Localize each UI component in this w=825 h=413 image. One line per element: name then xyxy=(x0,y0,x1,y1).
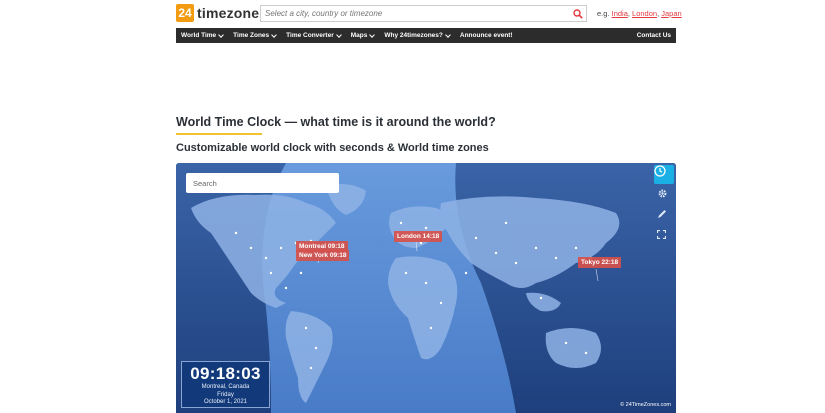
chevron-down-icon xyxy=(369,31,376,38)
city-label-tokyo[interactable]: Tokyo 22:18 xyxy=(578,257,622,268)
nav-world-time[interactable]: World Time xyxy=(176,28,228,43)
page-title: World Time Clock — what time is it aroun… xyxy=(176,115,496,129)
nav-time-converter[interactable]: Time Converter xyxy=(281,28,346,43)
site-search-input[interactable] xyxy=(261,6,570,21)
local-weekday: Friday xyxy=(217,391,234,398)
site-logo[interactable]: 24 timezones xyxy=(176,4,267,22)
local-time: 09:18:03 xyxy=(190,364,261,383)
fullscreen-icon xyxy=(657,230,666,239)
edit-button[interactable] xyxy=(657,209,671,223)
section-subtitle: Customizable world clock with seconds & … xyxy=(176,142,489,154)
clock-button[interactable] xyxy=(654,165,674,184)
example-link-london[interactable]: London xyxy=(632,9,657,18)
title-underline xyxy=(176,133,262,135)
search-button[interactable] xyxy=(570,6,586,21)
chevron-down-icon xyxy=(445,31,451,38)
nav-contact-us[interactable]: Contact Us xyxy=(632,28,676,43)
nav-announce-event[interactable]: Announce event! xyxy=(455,28,518,43)
example-link-india[interactable]: India xyxy=(612,9,628,18)
chevron-down-icon xyxy=(218,31,224,38)
chevron-down-icon xyxy=(335,31,342,38)
world-clock-map[interactable]: Montreal 09:18 New York 09:18 London 14:… xyxy=(176,163,676,413)
city-label-london[interactable]: London 14:18 xyxy=(394,231,443,242)
local-location: Montreal, Canada xyxy=(201,384,250,390)
main-nav: World Time Time Zones Time Converter Map… xyxy=(176,28,676,43)
nav-maps[interactable]: Maps xyxy=(346,28,380,43)
page: 24 timezones e.g. India, London, Japan W… xyxy=(0,0,825,413)
search-icon xyxy=(573,8,583,19)
examples-prefix: e.g. xyxy=(597,9,610,18)
site-search xyxy=(260,5,587,22)
settings-button[interactable] xyxy=(657,188,671,202)
logo-text: timezones xyxy=(197,5,268,21)
chevron-down-icon xyxy=(271,31,278,38)
gear-icon xyxy=(658,189,667,198)
clock-icon xyxy=(654,165,666,177)
local-clock-panel: 09:18:03 Montreal, Canada Friday October… xyxy=(181,361,270,408)
city-label-new-york[interactable]: New York 09:18 xyxy=(296,250,350,261)
pencil-icon xyxy=(658,210,666,218)
logo-mark: 24 xyxy=(176,4,194,22)
map-search-input[interactable] xyxy=(186,173,339,193)
fullscreen-button[interactable] xyxy=(657,230,671,244)
nav-time-zones[interactable]: Time Zones xyxy=(228,28,281,43)
map-copyright: © 24TimeZones.com xyxy=(620,402,671,408)
example-link-japan[interactable]: Japan xyxy=(661,9,681,18)
search-examples: e.g. India, London, Japan xyxy=(597,9,682,18)
local-date: October 1, 2021 xyxy=(203,399,248,405)
nav-why-24timezones[interactable]: Why 24timezones? xyxy=(379,28,455,43)
